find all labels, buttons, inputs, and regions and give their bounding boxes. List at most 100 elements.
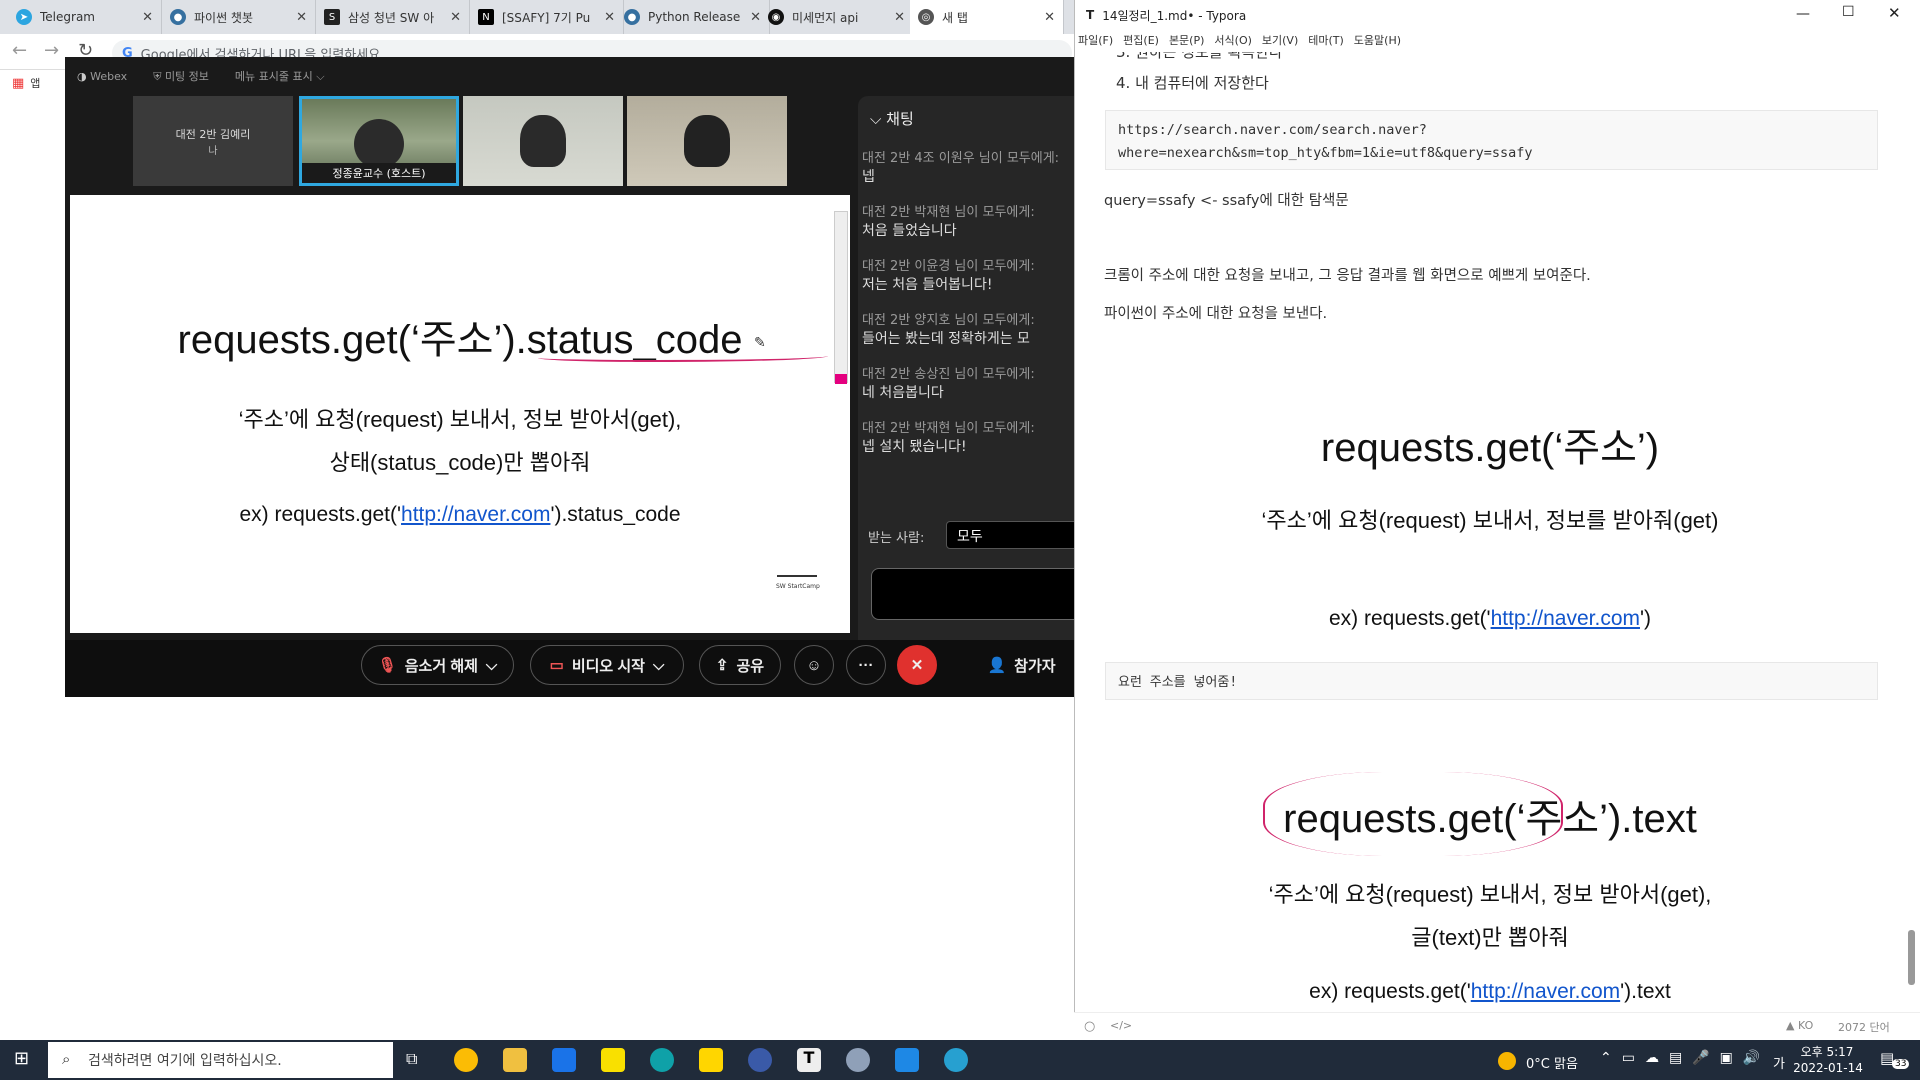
source-mode-icon[interactable]: </>	[1110, 1019, 1132, 1032]
github-icon: ◉	[768, 9, 784, 25]
telegram-icon: ➤	[16, 9, 32, 25]
close-icon[interactable]: ✕	[1044, 10, 1055, 25]
menu-format[interactable]: 서식(O)	[1214, 32, 1251, 48]
sticky-notes-icon[interactable]	[699, 1048, 723, 1072]
show-menubar-button[interactable]: 메뉴 표시줄 표시 ⌵	[235, 68, 325, 84]
slide-example: ex) requests.get('http://naver.com').sta…	[239, 503, 681, 526]
app-icon[interactable]	[846, 1048, 870, 1072]
tab-label: 새 탭	[942, 10, 968, 25]
close-icon[interactable]: ✕	[1888, 4, 1901, 22]
notion-icon: N	[478, 9, 494, 25]
participant-thumbnail-self[interactable]: 대전 2반 김예리 나	[133, 96, 293, 186]
scrollbar-thumb[interactable]	[1908, 930, 1915, 985]
shared-slide: requests.get(‘주소’).status_code ‘주소’에 요청(…	[70, 195, 850, 633]
mouse-cursor-icon: ✎	[754, 335, 766, 351]
task-view-icon[interactable]: ⧉	[406, 1049, 417, 1069]
chat-message: 대전 2반 송상진 님이 모두에게: 네 처음봅니다	[862, 367, 1035, 401]
participant-thumbnail-3[interactable]	[463, 96, 623, 186]
menu-view[interactable]: 보기(V)	[1262, 32, 1298, 48]
embedded-image-requests-get[interactable]: requests.get(‘주소’) ‘주소’에 요청(request) 보내서…	[1205, 385, 1775, 643]
recipient-select[interactable]: 모두	[946, 521, 1075, 549]
edge-icon[interactable]	[650, 1048, 674, 1072]
vscode-icon[interactable]	[895, 1048, 919, 1072]
share-button[interactable]: ⇪ 공유	[699, 645, 781, 685]
tab-fine-dust-api[interactable]: ◉ 미세먼지 api ✕	[760, 0, 914, 34]
browser-tab-bar: ➤ Telegram ✕ ● 파이썬 챗봇 ✕ S 삼성 청년 SW 아 ✕ N…	[0, 0, 1075, 34]
chat-header[interactable]: ⌵ 채팅	[870, 108, 914, 129]
image-link[interactable]: http://naver.com	[1491, 607, 1640, 630]
forward-icon[interactable]: →	[44, 40, 59, 61]
menu-paragraph[interactable]: 본문(P)	[1169, 32, 1204, 48]
language-indicator[interactable]: ▲ KO	[1786, 1019, 1813, 1032]
windows-start-icon[interactable]: ⊞	[14, 1048, 29, 1069]
tab-ssafy-notion[interactable]: N [SSAFY] 7기 Pu ✕	[470, 0, 624, 34]
reactions-button[interactable]: ☺	[794, 645, 834, 685]
chrome-taskbar-icon[interactable]	[454, 1048, 478, 1072]
close-icon[interactable]: ✕	[296, 10, 307, 25]
close-icon[interactable]: ✕	[450, 10, 461, 25]
clock-time[interactable]: 오후 5:17	[1797, 1043, 1857, 1060]
meeting-info-button[interactable]: ⛨ 미팅 정보	[153, 68, 209, 84]
host-video-silhouette	[354, 119, 404, 169]
code-block-url[interactable]: https://search.naver.com/search.naver? w…	[1105, 110, 1878, 170]
tab-label: [SSAFY] 7기 Pu	[502, 10, 591, 25]
annotation-toolbar[interactable]	[834, 211, 848, 384]
typora-taskbar-icon[interactable]: T	[797, 1048, 821, 1072]
close-icon[interactable]: ✕	[604, 10, 615, 25]
more-options-button[interactable]: ···	[846, 645, 886, 685]
file-explorer-icon[interactable]	[503, 1048, 527, 1072]
tab-telegram[interactable]: ➤ Telegram ✕	[8, 0, 162, 34]
tab-ssafy[interactable]: S 삼성 청년 SW 아 ✕	[316, 0, 470, 34]
bookmarks-bar: ▦ 앱	[0, 70, 70, 96]
participant-thumbnail-host[interactable]: 정종윤교수 (호스트)	[299, 96, 459, 186]
code-block-note[interactable]: 요런 주소를 넣어줌!	[1105, 662, 1878, 700]
tab-label: Telegram	[40, 10, 95, 24]
chevron-down-icon: ⌵	[485, 656, 498, 674]
system-tray-icons[interactable]: ⌃▭☁▤🎤▣🔊	[1600, 1050, 1770, 1066]
end-call-button[interactable]: ✕	[897, 645, 937, 685]
unmute-button[interactable]: 🎙 음소거 해제 ⌵	[361, 645, 514, 685]
close-icon[interactable]: ✕	[142, 10, 153, 25]
app-icon[interactable]	[748, 1048, 772, 1072]
minimize-icon[interactable]: —	[1796, 6, 1810, 22]
ime-indicator[interactable]: 가	[1773, 1053, 1785, 1072]
taskbar-search[interactable]: ⌕ 검색하려면 여기에 입력하십시오.	[48, 1042, 393, 1078]
weather-text[interactable]: 0°C 맑음	[1526, 1053, 1578, 1072]
maximize-icon[interactable]: ☐	[1842, 4, 1855, 20]
start-video-button[interactable]: ▭ 비디오 시작 ⌵	[530, 645, 684, 685]
slide-link[interactable]: http://naver.com	[401, 503, 550, 526]
menu-file[interactable]: 파일(F)	[1078, 32, 1113, 48]
chevron-down-icon: ⌵	[316, 70, 325, 83]
tab-label: 미세먼지 api	[792, 10, 859, 25]
apps-label[interactable]: 앱	[30, 75, 40, 91]
search-placeholder: 검색하려면 여기에 입력하십시오.	[88, 1053, 282, 1069]
recipient-label: 받는 사람:	[868, 531, 925, 546]
tab-new-tab[interactable]: ◎ 새 탭 ✕	[910, 0, 1064, 34]
tab-python-chatbot[interactable]: ● 파이썬 챗봇 ✕	[162, 0, 316, 34]
tab-python-release[interactable]: ● Python Release ✕	[616, 0, 770, 34]
clock-date[interactable]: 2022-01-14	[1790, 1061, 1866, 1075]
chevron-down-icon: ⌵	[870, 110, 882, 128]
kakaotalk-icon[interactable]	[601, 1048, 625, 1072]
apps-grid-icon[interactable]: ▦	[12, 76, 24, 91]
close-icon[interactable]: ✕	[894, 10, 905, 25]
webex-taskbar-icon[interactable]	[944, 1048, 968, 1072]
word-count[interactable]: 2072 단어	[1838, 1019, 1890, 1035]
paragraph: 파이썬이 주소에 대한 요청을 보낸다.	[1104, 306, 1328, 322]
image-link[interactable]: http://naver.com	[1471, 980, 1620, 1003]
embedded-image-requests-text[interactable]: requests.get(‘주소’).text ‘주소’에 요청(request…	[1225, 752, 1755, 1012]
menu-edit[interactable]: 편집(E)	[1123, 32, 1159, 48]
tab-label: Python Release	[648, 10, 741, 24]
outline-toggle-icon[interactable]: ○	[1084, 1019, 1095, 1034]
back-icon[interactable]: ←	[12, 40, 27, 61]
menu-theme[interactable]: 테마(T)	[1308, 32, 1344, 48]
color-swatch[interactable]	[835, 374, 847, 384]
webex-topbar: ◑ Webex ⛨ 미팅 정보 메뉴 표시줄 표시 ⌵	[65, 64, 1075, 88]
participants-button[interactable]: 👤 참가자	[968, 645, 1075, 685]
chat-input[interactable]	[871, 568, 1075, 620]
menu-help[interactable]: 도움말(H)	[1354, 32, 1401, 48]
mail-icon[interactable]	[552, 1048, 576, 1072]
participant-thumbnail-4[interactable]	[627, 96, 787, 186]
smiley-icon: ☺	[806, 656, 822, 674]
host-name-label: 정종윤교수 (호스트)	[302, 163, 456, 183]
